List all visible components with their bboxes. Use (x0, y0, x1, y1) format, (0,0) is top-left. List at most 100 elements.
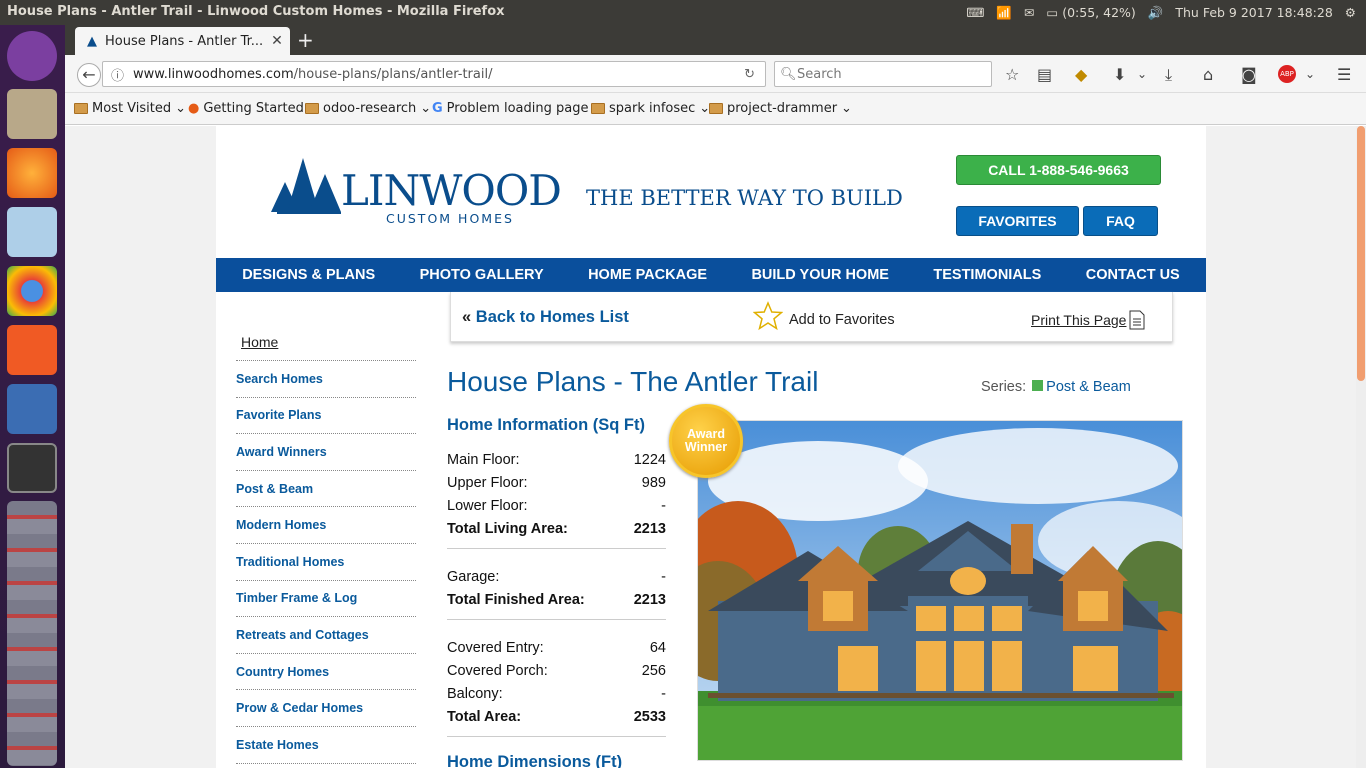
nav-designs-plans[interactable]: DESIGNS & PLANS (242, 267, 375, 283)
back-prefix: « (462, 308, 472, 326)
print-page-link[interactable]: Print This Page (1031, 312, 1126, 328)
thunderbird-icon[interactable] (7, 384, 57, 434)
url-bar[interactable]: ⓘ www.linwoodhomes.com/house-plans/plans… (102, 61, 766, 87)
reload-icon[interactable]: ↻ (744, 67, 755, 82)
virtualbox-icon[interactable] (7, 207, 57, 257)
app-stack-icon[interactable] (7, 501, 57, 766)
star-icon[interactable] (753, 301, 783, 331)
reading-list-icon[interactable]: ▤ (1037, 65, 1052, 84)
info-icon[interactable]: ⓘ (111, 65, 124, 84)
back-to-homes-link[interactable]: « Back to Homes List (462, 308, 629, 327)
new-tab-button[interactable]: + (297, 28, 314, 52)
brave-icon[interactable] (7, 325, 57, 375)
info-row-total: Total Area: 2533 (447, 708, 666, 725)
sidebar-item-retreats-cottages[interactable]: Retreats and Cottages (236, 617, 416, 654)
sidebar-item-post-beam[interactable]: Post & Beam (236, 471, 416, 508)
series-color-swatch (1032, 380, 1044, 391)
logo-text[interactable]: LINWOOD (341, 166, 562, 215)
page-title: House Plans - The Antler Trail (447, 366, 819, 397)
series-label: Series: (981, 379, 1027, 395)
bookmark-getting-started[interactable]: ● Getting Started (188, 101, 304, 116)
sidebar-item-favorite-plans[interactable]: Favorite Plans (236, 398, 416, 435)
folder-icon (709, 103, 723, 114)
sidebar-item-modern-homes[interactable]: Modern Homes (236, 507, 416, 544)
nav-build-your-home[interactable]: BUILD YOUR HOME (751, 267, 889, 283)
info-row: Main Floor: 1224 (447, 451, 666, 468)
sidebar-item-traditional-homes[interactable]: Traditional Homes (236, 544, 416, 581)
launcher (0, 25, 65, 768)
tab-active[interactable]: ▲ House Plans - Antler Tr... ✕ (75, 27, 290, 55)
volume-icon[interactable]: 🔊 (1148, 5, 1164, 21)
chevron-down-icon[interactable]: ⌄ (1305, 67, 1315, 81)
search-input[interactable]: 🔍︎ Search (774, 61, 992, 87)
pocket-icon[interactable]: ◙ (1241, 65, 1257, 84)
url-path: /house-plans/plans/antler-trail/ (293, 66, 493, 82)
bookmark-most-visited[interactable]: Most Visited ⌄ (74, 101, 186, 116)
sidebar-item-prow-cedar-homes[interactable]: Prow & Cedar Homes (236, 690, 416, 727)
info-row: Lower Floor: - (447, 497, 666, 514)
star-icon[interactable]: ☆ (1005, 65, 1019, 84)
chevron-down-icon: ⌄ (175, 101, 187, 116)
sidebar-item-timber-frame-log[interactable]: Timber Frame & Log (236, 581, 416, 618)
home-icon[interactable]: ⌂ (1203, 65, 1213, 84)
linwood-favicon: ▲ (87, 33, 97, 49)
tagline: THE BETTER WAY TO BUILD (586, 186, 903, 210)
bookmark-project-drammer[interactable]: project-drammer ⌄ (709, 101, 852, 116)
bookmark-odoo-research[interactable]: odoo-research ⌄ (305, 101, 431, 116)
keyboard-icon[interactable]: ⌨ (966, 5, 984, 20)
divider (447, 736, 666, 737)
battery-indicator[interactable]: ▭ (0:55, 42%) (1046, 5, 1135, 20)
document-icon[interactable] (1129, 310, 1145, 330)
menu-icon[interactable]: ☰ (1337, 65, 1351, 84)
system-tray: ⌨ 📶 ✉ ▭ (0:55, 42%) 🔊 Thu Feb 9 2017 18:… (966, 0, 1366, 25)
adblock-icon[interactable]: ABP (1278, 65, 1296, 83)
folder-icon (591, 103, 605, 114)
nav-photo-gallery[interactable]: PHOTO GALLERY (420, 267, 544, 283)
terminal-icon[interactable] (7, 443, 57, 493)
tab-strip: ▲ House Plans - Antler Tr... ✕ + (65, 25, 1366, 55)
divider (447, 548, 666, 549)
nav-testimonials[interactable]: TESTIMONIALS (933, 267, 1041, 283)
home-info-heading: Home Information (Sq Ft) (447, 416, 645, 434)
scrollbar-thumb[interactable] (1357, 126, 1365, 381)
call-button[interactable]: CALL 1-888-546-9663 (956, 155, 1161, 185)
sidebar-item-search-homes[interactable]: Search Homes (236, 361, 416, 398)
clock[interactable]: Thu Feb 9 2017 18:48:28 (1175, 5, 1332, 20)
add-to-favorites[interactable]: Add to Favorites (789, 312, 895, 328)
window-title: House Plans - Antler Trail - Linwood Cus… (7, 4, 505, 19)
chevron-down-icon[interactable]: ⌄ (1137, 67, 1147, 81)
mail-icon[interactable]: ✉ (1024, 5, 1034, 20)
nav-home-package[interactable]: HOME PACKAGE (588, 267, 707, 283)
close-icon[interactable]: ✕ (271, 33, 283, 49)
sidebar-item-estate-homes[interactable]: Estate Homes (236, 727, 416, 764)
bookmark-spark-infosec[interactable]: spark infosec ⌄ (591, 101, 710, 116)
network-icon[interactable]: 📶 (996, 5, 1012, 21)
sidebar-home-link[interactable]: Home (236, 326, 416, 361)
bookmarks-bar: Most Visited ⌄ ● Getting Started odoo-rese… (65, 93, 1366, 125)
favorites-button[interactable]: FAVORITES (956, 206, 1079, 236)
tree-logo-icon[interactable] (271, 154, 343, 214)
nav-contact-us[interactable]: CONTACT US (1086, 267, 1180, 283)
back-arrow-icon[interactable]: ← (77, 63, 101, 87)
files-icon[interactable] (7, 89, 57, 139)
folder-icon (305, 103, 319, 114)
chrome-icon[interactable] (7, 266, 57, 316)
firefox-icon[interactable] (7, 148, 57, 198)
house-photo[interactable] (697, 420, 1183, 761)
browser-window: ▲ House Plans - Antler Tr... ✕ + ← ⓘ www… (65, 25, 1366, 768)
faq-button[interactable]: FAQ (1083, 206, 1158, 236)
main-nav: DESIGNS & PLANS PHOTO GALLERY HOME PACKA… (216, 258, 1206, 292)
scrollbar[interactable] (1356, 126, 1366, 768)
gear-icon[interactable]: ⚙ (1345, 5, 1356, 20)
google-icon: G (432, 101, 443, 116)
series-value[interactable]: Post & Beam (1046, 379, 1131, 395)
bookmark-problem-loading[interactable]: G Problem loading page (432, 101, 588, 116)
sidebar-item-award-winners[interactable]: Award Winners (236, 434, 416, 471)
ubuntu-dash-icon[interactable] (7, 31, 57, 81)
search-placeholder: Search (797, 66, 842, 82)
award-winner-badge[interactable]: Award Winner (669, 404, 743, 478)
extension-icon[interactable]: ◆ (1075, 65, 1087, 84)
sidebar-item-country-homes[interactable]: Country Homes (236, 654, 416, 691)
pocket-download-icon[interactable]: ⬇ (1113, 65, 1126, 84)
download-icon[interactable]: ⤓ (1165, 65, 1172, 85)
